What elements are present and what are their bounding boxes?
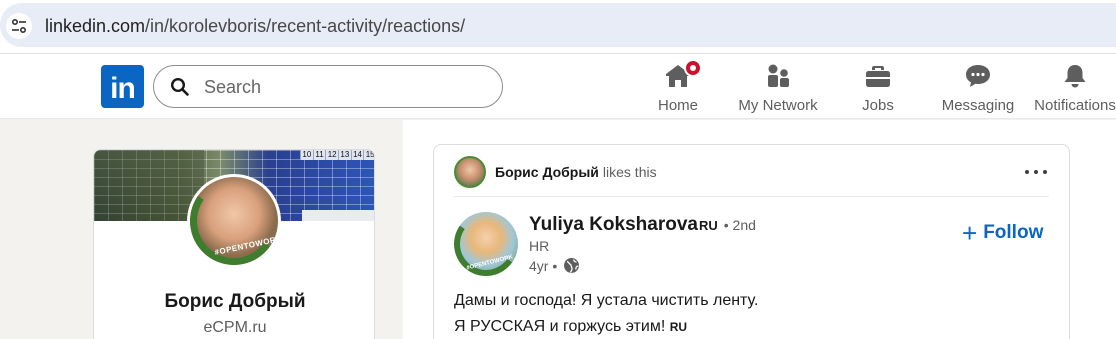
profile-photo[interactable]: #OPENTOWORK bbox=[187, 174, 281, 268]
post-text-line: Дамы и господа! Я устала чистить ленту. bbox=[454, 292, 759, 309]
cover-col: 12 bbox=[325, 150, 338, 160]
nav-notifications-label: Notifications bbox=[1034, 97, 1116, 114]
reactor-avatar[interactable] bbox=[454, 156, 486, 188]
nav-my-network-label: My Network bbox=[738, 97, 818, 114]
cover-col: 15 bbox=[363, 150, 374, 160]
nav-jobs-label: Jobs bbox=[862, 97, 894, 114]
post-time: 4yr • bbox=[529, 257, 558, 274]
post-card: Борис Добрый likes this #OPENTOWORK Yuli… bbox=[433, 144, 1070, 339]
profile-card: 10 11 12 13 14 15 #OPENTOWORK Борис Добр… bbox=[93, 149, 375, 339]
cover-col: 13 bbox=[338, 150, 351, 160]
nav-notifications[interactable]: Notifications bbox=[1034, 62, 1116, 116]
cover-column-headers: 10 11 12 13 14 15 bbox=[300, 150, 374, 160]
post-meta: 4yr • bbox=[529, 257, 580, 274]
chat-icon bbox=[963, 62, 993, 90]
bell-icon bbox=[1060, 62, 1090, 90]
briefcase-icon bbox=[863, 62, 893, 90]
nav-home[interactable]: Home bbox=[652, 59, 704, 116]
notification-badge bbox=[684, 59, 702, 77]
profile-name[interactable]: Борис Добрый bbox=[94, 291, 374, 313]
search-input[interactable] bbox=[204, 75, 484, 99]
nav-my-network[interactable]: My Network bbox=[730, 62, 826, 116]
author-flag: RU bbox=[698, 218, 718, 233]
author-name[interactable]: Yuliya Koksharova bbox=[529, 214, 698, 236]
divider bbox=[454, 196, 1049, 197]
people-icon bbox=[763, 62, 793, 90]
global-nav: in Home My Network bbox=[0, 54, 1116, 119]
url-bar[interactable]: linkedin.com/in/korolevboris/recent-acti… bbox=[0, 3, 1116, 47]
reactor-action: likes this bbox=[602, 164, 657, 180]
nav-home-label: Home bbox=[657, 97, 698, 114]
follow-label: Follow bbox=[983, 222, 1044, 243]
post-text-line: Я РУССКАЯ и горжусь этим! RU bbox=[454, 314, 1049, 339]
cover-col: 14 bbox=[350, 150, 364, 160]
post-text-flag: RU bbox=[669, 320, 688, 334]
globe-icon bbox=[563, 257, 580, 274]
tune-icon[interactable] bbox=[6, 13, 32, 39]
home-icon bbox=[663, 59, 702, 90]
nav-messaging-label: Messaging bbox=[941, 97, 1015, 114]
follow-button[interactable]: + Follow bbox=[962, 219, 1043, 247]
url-text[interactable]: linkedin.com/in/korolevboris/recent-acti… bbox=[45, 16, 465, 37]
linkedin-logo[interactable]: in bbox=[101, 65, 144, 108]
plus-icon: + bbox=[962, 218, 978, 248]
cover-col: 11 bbox=[312, 150, 326, 160]
browser-address-bar: linkedin.com/in/korolevboris/recent-acti… bbox=[0, 0, 1116, 54]
more-options-icon[interactable] bbox=[1023, 162, 1049, 182]
author-headline: HR bbox=[529, 238, 550, 254]
profile-headline: eCPM.ru bbox=[203, 319, 267, 336]
connection-degree: • 2nd bbox=[723, 217, 756, 233]
author-avatar[interactable]: #OPENTOWORK bbox=[454, 212, 518, 276]
post-text: Дамы и господа! Я устала чистить ленту. … bbox=[454, 288, 1049, 339]
cover-col: 10 bbox=[300, 150, 313, 160]
search-icon bbox=[170, 77, 190, 102]
url-path: /in/korolevboris/recent-activity/reactio… bbox=[145, 16, 466, 36]
nav-jobs[interactable]: Jobs bbox=[852, 62, 904, 116]
avatar: #OPENTOWORK bbox=[190, 177, 278, 265]
url-host: linkedin.com bbox=[45, 16, 146, 36]
author-name-row: Yuliya Koksharova RU • 2nd bbox=[529, 214, 756, 236]
search-box[interactable] bbox=[153, 65, 503, 108]
post-text-line-2: Я РУССКАЯ и горжусь этим! bbox=[454, 318, 670, 335]
post-header: Борис Добрый likes this bbox=[454, 156, 1049, 188]
reactor-name[interactable]: Борис Добрый bbox=[495, 164, 599, 180]
nav-messaging[interactable]: Messaging bbox=[938, 62, 1018, 116]
